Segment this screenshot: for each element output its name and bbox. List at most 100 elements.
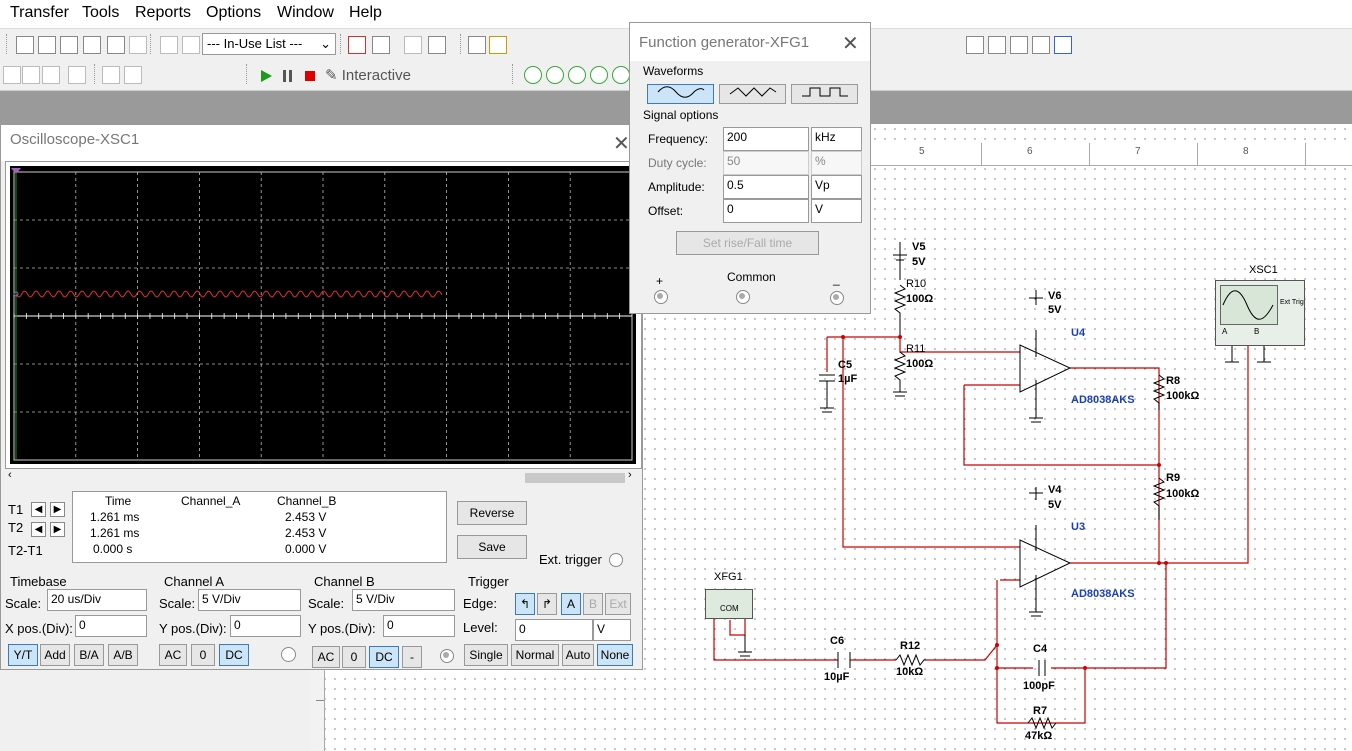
channel-a-zero-button[interactable]: 0 <box>191 644 215 666</box>
channel-b-ypos-input[interactable]: 0 <box>383 615 455 637</box>
falling-edge-icon[interactable]: ↱ <box>537 593 557 615</box>
rising-edge-icon[interactable]: ↰ <box>515 593 535 615</box>
channel-b-scale-label: Scale: <box>308 596 345 611</box>
cell-time: 1.261 ms <box>90 510 140 524</box>
trigger-single-button[interactable]: Single <box>464 644 508 666</box>
xfg1-instrument[interactable]: COM <box>705 589 753 619</box>
common-terminal[interactable] <box>736 290 750 304</box>
trigger-source-b-button[interactable]: B <box>583 593 603 615</box>
r10-value: 100Ω <box>906 293 934 305</box>
minus-terminal-label: _ <box>833 272 840 286</box>
set-rise-fall-time-button[interactable]: Set rise/Fall time <box>676 231 819 255</box>
reverse-button[interactable]: Reverse <box>457 501 527 525</box>
duty-cycle-input[interactable]: 50 <box>723 151 809 175</box>
u4-part: AD8038AKS <box>1071 394 1135 406</box>
function-generator-window: Function generator-XFG1 ✕ Waveforms Sign… <box>629 22 871 314</box>
offset-input[interactable]: 0 <box>723 199 809 223</box>
cell-channel-b: 2.453 V <box>285 526 327 540</box>
channel-a-ypos-input[interactable]: 0 <box>230 615 301 637</box>
timebase-xpos-input[interactable]: 0 <box>75 615 147 637</box>
ba-button[interactable]: B/A <box>74 644 104 666</box>
t1-right-arrow-icon[interactable]: ▶ <box>50 502 65 517</box>
duty-cycle-unit[interactable]: % <box>811 151 862 175</box>
scope-screen[interactable] <box>10 166 636 464</box>
square-wave-button[interactable] <box>791 84 858 104</box>
u4-name: U4 <box>1071 327 1086 339</box>
c5-value: 1µF <box>838 373 858 385</box>
xsc1-label: XSC1 <box>1249 264 1278 276</box>
offset-unit[interactable]: V <box>811 199 862 223</box>
triangle-wave-icon <box>729 87 776 97</box>
save-button[interactable]: Save <box>457 535 527 559</box>
sine-wave-icon <box>1222 290 1274 320</box>
col-time-header: Time <box>105 494 132 508</box>
trigger-auto-button[interactable]: Auto <box>562 644 594 666</box>
plus-terminal-label: + <box>656 274 664 288</box>
minus-terminal[interactable] <box>830 291 844 305</box>
channel-a-dc-button[interactable]: DC <box>219 644 249 666</box>
t2-left-arrow-icon[interactable]: ◀ <box>31 522 46 537</box>
ext-trigger-terminal[interactable] <box>609 553 623 567</box>
amplitude-unit[interactable]: Vp <box>811 175 862 199</box>
channel-b-invert-button[interactable]: - <box>402 646 422 668</box>
plus-terminal[interactable] <box>654 290 668 304</box>
timebase-xpos-label: X pos.(Div): <box>5 621 73 636</box>
function-generator-titlebar[interactable]: Function generator-XFG1 ✕ <box>630 23 870 61</box>
frequency-input[interactable]: 200 <box>723 127 809 151</box>
xsc1-a-terminal: A <box>1222 327 1228 336</box>
channel-b-dc-button[interactable]: DC <box>369 646 399 668</box>
oscilloscope-titlebar[interactable]: Oscilloscope-XSC1 ✕ <box>1 125 642 161</box>
channel-a-ac-button[interactable]: AC <box>159 644 187 666</box>
r8-name: R8 <box>1166 375 1181 387</box>
channel-a-scale-label: Scale: <box>159 596 196 611</box>
trigger-level-unit[interactable]: V <box>593 619 631 641</box>
trigger-source-a-button[interactable]: A <box>561 593 581 615</box>
oscilloscope-window: Oscilloscope-XSC1 ✕ ‹ › T1 T2 T2-T1 ◀ ▶ … <box>0 124 643 670</box>
trigger-edge-label: Edge: <box>463 596 497 611</box>
sine-wave-icon <box>657 86 704 98</box>
c5-name: C5 <box>838 359 853 371</box>
function-generator-title: Function generator-XFG1 <box>639 34 810 51</box>
t1-left-arrow-icon[interactable]: ◀ <box>31 502 46 517</box>
channel-a-terminal[interactable] <box>281 647 296 662</box>
c6-value: 10µF <box>824 671 850 683</box>
timebase-title: Timebase <box>10 574 67 589</box>
c4-value: 100pF <box>1023 680 1055 692</box>
cursor-readout-table: Time Channel_A Channel_B 1.261 ms 2.453 … <box>72 491 447 563</box>
channel-b-scale-input[interactable]: 5 V/Div <box>352 589 455 611</box>
scroll-left-icon[interactable]: ‹ <box>8 469 12 481</box>
channel-a-scale-input[interactable]: 5 V/Div <box>198 589 301 611</box>
close-icon[interactable]: ✕ <box>613 131 630 156</box>
sine-wave-button[interactable] <box>647 84 714 104</box>
channel-b-ac-button[interactable]: AC <box>312 646 340 668</box>
close-icon[interactable]: ✕ <box>842 31 859 56</box>
c4-name: C4 <box>1033 643 1048 655</box>
scroll-right-icon[interactable]: › <box>628 469 632 481</box>
channel-b-ypos-label: Y pos.(Div): <box>308 621 376 636</box>
triangle-wave-button[interactable] <box>719 84 786 104</box>
ab-button[interactable]: A/B <box>108 644 138 666</box>
cell-time: 1.261 ms <box>90 526 140 540</box>
xsc1-instrument[interactable]: Ext Trig A B <box>1215 280 1305 346</box>
scope-display-frame <box>5 161 642 469</box>
scope-horizontal-scrollbar[interactable]: ‹ › <box>5 469 638 485</box>
scrollbar-thumb[interactable] <box>525 473 625 483</box>
signal-options-label: Signal options <box>643 108 719 122</box>
channel-b-zero-button[interactable]: 0 <box>342 646 366 668</box>
trigger-level-input[interactable]: 0 <box>515 619 593 641</box>
add-button[interactable]: Add <box>40 644 70 666</box>
trigger-normal-button[interactable]: Normal <box>511 644 559 666</box>
t2-right-arrow-icon[interactable]: ▶ <box>50 522 65 537</box>
channel-b-terminal[interactable] <box>440 649 454 663</box>
common-terminal-label: Common <box>727 270 776 284</box>
square-wave-icon <box>801 87 848 97</box>
frequency-unit[interactable]: kHz <box>811 127 862 151</box>
r7-name: R7 <box>1033 705 1048 717</box>
amplitude-input[interactable]: 0.5 <box>723 175 809 199</box>
yt-button[interactable]: Y/T <box>8 644 38 666</box>
channel-b-title: Channel B <box>314 574 375 589</box>
trigger-source-ext-button[interactable]: Ext <box>605 593 631 615</box>
timebase-scale-input[interactable]: 20 us/Div <box>47 589 147 611</box>
trigger-none-button[interactable]: None <box>597 644 633 666</box>
u3-name: U3 <box>1071 521 1086 533</box>
